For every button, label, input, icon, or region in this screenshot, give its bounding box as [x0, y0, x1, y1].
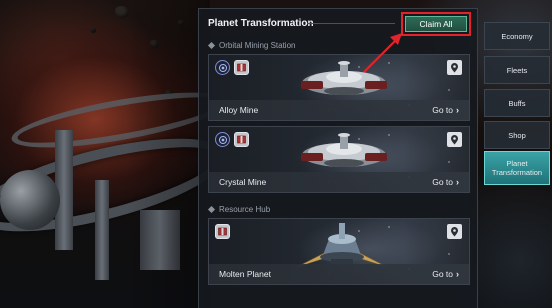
go-to-button[interactable]: Go to ›: [432, 177, 459, 187]
building-card-molten-planet[interactable]: Molten Planet Go to ›: [208, 218, 470, 285]
building-card-crystal-mine[interactable]: Crystal Mine Go to ›: [208, 126, 470, 193]
section-title-resource-hub: Resource Hub: [207, 205, 271, 214]
supply-box-icon: [234, 60, 249, 75]
claim-all-highlight: Claim All: [401, 12, 471, 36]
claim-all-button[interactable]: Claim All: [405, 16, 467, 32]
chevron-right-icon: ›: [456, 105, 459, 115]
map-pin-icon[interactable]: [447, 224, 462, 239]
go-to-button[interactable]: Go to ›: [432, 105, 459, 115]
side-nav: Economy Fleets Buffs Shop Planet Transfo…: [482, 0, 552, 308]
section-title-label: Resource Hub: [219, 205, 271, 214]
building-name: Crystal Mine: [219, 177, 267, 187]
map-pin-icon[interactable]: [447, 60, 462, 75]
building-name: Molten Planet: [219, 269, 271, 279]
supply-box-icon: [215, 224, 230, 239]
resource-icon: [215, 132, 230, 147]
chevron-right-icon: ›: [456, 269, 459, 279]
card-footer: Crystal Mine Go to ›: [209, 172, 469, 192]
diamond-icon: [207, 205, 216, 214]
nav-item-planet-transformation[interactable]: Planet Transformation: [484, 151, 550, 185]
go-to-label: Go to: [432, 105, 453, 115]
supply-box-icon: [234, 132, 249, 147]
go-to-label: Go to: [432, 269, 453, 279]
building-card-alloy-mine[interactable]: Alloy Mine Go to ›: [208, 54, 470, 121]
panel-title: Planet Transformation: [208, 17, 314, 29]
building-name: Alloy Mine: [219, 105, 259, 115]
go-to-label: Go to: [432, 177, 453, 187]
nav-item-economy[interactable]: Economy: [484, 22, 550, 50]
nav-item-buffs[interactable]: Buffs: [484, 89, 550, 117]
card-footer: Molten Planet Go to ›: [209, 264, 469, 284]
diamond-icon: [207, 41, 216, 50]
nav-item-fleets[interactable]: Fleets: [484, 56, 550, 84]
resource-icon: [215, 60, 230, 75]
nav-item-shop[interactable]: Shop: [484, 121, 550, 149]
map-pin-icon[interactable]: [447, 132, 462, 147]
chevron-right-icon: ›: [456, 177, 459, 187]
go-to-button[interactable]: Go to ›: [432, 269, 459, 279]
planet-transformation-panel: Planet Transformation Claim All Orbital …: [198, 8, 478, 308]
scene-shading: [0, 0, 210, 308]
section-title-orbital-mining-station: Orbital Mining Station: [207, 41, 296, 50]
section-title-label: Orbital Mining Station: [219, 41, 296, 50]
card-footer: Alloy Mine Go to ›: [209, 100, 469, 120]
header-divider: [307, 23, 395, 24]
